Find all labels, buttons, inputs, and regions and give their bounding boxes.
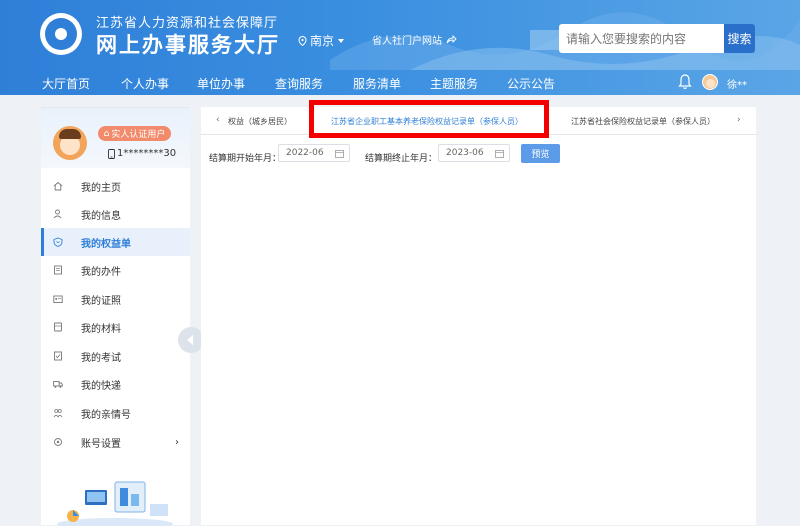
user-name[interactable]: 徐**	[727, 76, 747, 91]
id-card-icon	[53, 295, 63, 303]
site-logo[interactable]	[40, 13, 82, 55]
search-input[interactable]	[559, 24, 724, 53]
hall-name: 网上办事服务大厅	[96, 33, 280, 57]
bell-icon[interactable]	[678, 74, 692, 90]
chevron-right-icon[interactable]: ›	[737, 115, 741, 125]
nav-item-unit[interactable]: 单位办事	[197, 75, 245, 92]
gear-icon	[54, 438, 62, 446]
nav-item-service-list[interactable]: 服务清单	[353, 75, 401, 92]
sidebar-item-label: 我的信息	[81, 210, 121, 222]
sidebar-item-label: 我的证照	[81, 295, 121, 307]
location-pin-icon	[298, 35, 307, 46]
nav-item-home[interactable]: 大厅首页	[42, 75, 90, 92]
user-avatar[interactable]	[702, 74, 718, 90]
end-month-label: 结算期终止年月：	[365, 154, 438, 164]
preview-button[interactable]: 预览	[521, 144, 560, 163]
calendar-icon	[495, 150, 504, 158]
sidebar-item-label: 我的主页	[81, 182, 121, 194]
office-illustration-icon	[57, 481, 173, 526]
sidebar-item-exams[interactable]: 我的考试	[41, 342, 190, 370]
phone-label: 1********30	[117, 148, 177, 159]
portal-link[interactable]: 省人社门户网站	[372, 32, 457, 47]
sidebar-item-materials[interactable]: 我的材料	[41, 313, 190, 341]
exam-icon	[54, 351, 62, 361]
sidebar-item-label: 我的考试	[81, 352, 121, 364]
start-month-label: 结算期开始年月：	[209, 154, 282, 164]
truck-icon	[53, 381, 63, 388]
sidebar: ⌂ 实人认证用户 1********30 我的主页 我的信息 我的权益单 我的办…	[41, 107, 190, 526]
home-icon	[53, 181, 63, 191]
sidebar-item-family[interactable]: 我的亲情号	[41, 399, 190, 427]
end-month-input[interactable]: 2023-06	[438, 144, 510, 162]
caret-down-icon	[338, 38, 345, 43]
family-icon	[53, 409, 63, 418]
nav-item-theme[interactable]: 主题服务	[430, 75, 478, 92]
start-month-input[interactable]: 2022-06	[278, 144, 350, 162]
avatar	[53, 126, 87, 160]
city-label: 南京	[310, 34, 335, 48]
share-arrow-icon	[446, 35, 457, 44]
verified-badge: ⌂ 实人认证用户	[98, 126, 171, 141]
sidebar-item-rights[interactable]: 我的权益单	[41, 228, 190, 256]
sidebar-item-express[interactable]: 我的快递	[41, 370, 190, 398]
phone-number: 1********30	[108, 148, 176, 159]
portal-link-label: 省人社门户网站	[372, 36, 442, 47]
badge-label: 实人认证用户	[111, 130, 166, 140]
tab-highlight-box	[309, 100, 549, 138]
document-icon	[54, 265, 62, 275]
main-content: ‹ 权益（城乡居民） 江苏省企业职工基本养老保险权益记录单（参保人员） 江苏省社…	[201, 107, 756, 525]
sidebar-item-label: 账号设置	[81, 438, 121, 450]
tab-social-insurance-record[interactable]: 江苏省社会保险权益记录单（参保人员）	[571, 116, 715, 127]
user-icon	[53, 209, 62, 219]
sidebar-item-licenses[interactable]: 我的证照	[41, 285, 190, 313]
sidebar-item-label: 我的材料	[81, 323, 121, 335]
sidebar-item-settings[interactable]: 账号设置 ›	[41, 428, 190, 456]
sidebar-item-label: 我的权益单	[81, 238, 131, 250]
site-header: 江苏省人力资源和社会保障厅 网上办事服务大厅 南京 省人社门户网站 搜索 大厅首…	[0, 0, 800, 95]
profile-card: ⌂ 实人认证用户 1********30	[41, 108, 190, 168]
sidebar-item-info[interactable]: 我的信息	[41, 200, 190, 228]
shield-heart-icon	[53, 237, 63, 247]
nav-item-personal[interactable]: 个人办事	[121, 75, 169, 92]
nav-item-query[interactable]: 查询服务	[275, 75, 323, 92]
sidebar-item-label: 我的办件	[81, 266, 121, 278]
sidebar-item-label: 我的亲情号	[81, 409, 131, 421]
sidebar-item-cases[interactable]: 我的办件	[41, 256, 190, 284]
end-month-value: 2023-06	[446, 148, 484, 158]
chevron-right-icon: ›	[175, 436, 179, 448]
sidebar-item-label: 我的快递	[81, 380, 121, 392]
mobile-icon	[108, 148, 115, 159]
folder-icon	[54, 322, 62, 332]
calendar-icon	[335, 150, 344, 158]
chevron-left-icon[interactable]: ‹	[216, 115, 220, 125]
search-button[interactable]: 搜索	[724, 24, 755, 53]
sidebar-item-home[interactable]: 我的主页	[41, 172, 190, 200]
nav-item-notice[interactable]: 公示公告	[507, 75, 555, 92]
tab-rights-urban-rural[interactable]: 权益（城乡居民）	[228, 116, 292, 127]
start-month-value: 2022-06	[286, 148, 324, 158]
badge-icon: ⌂	[103, 128, 110, 139]
city-selector[interactable]: 南京	[298, 32, 345, 49]
